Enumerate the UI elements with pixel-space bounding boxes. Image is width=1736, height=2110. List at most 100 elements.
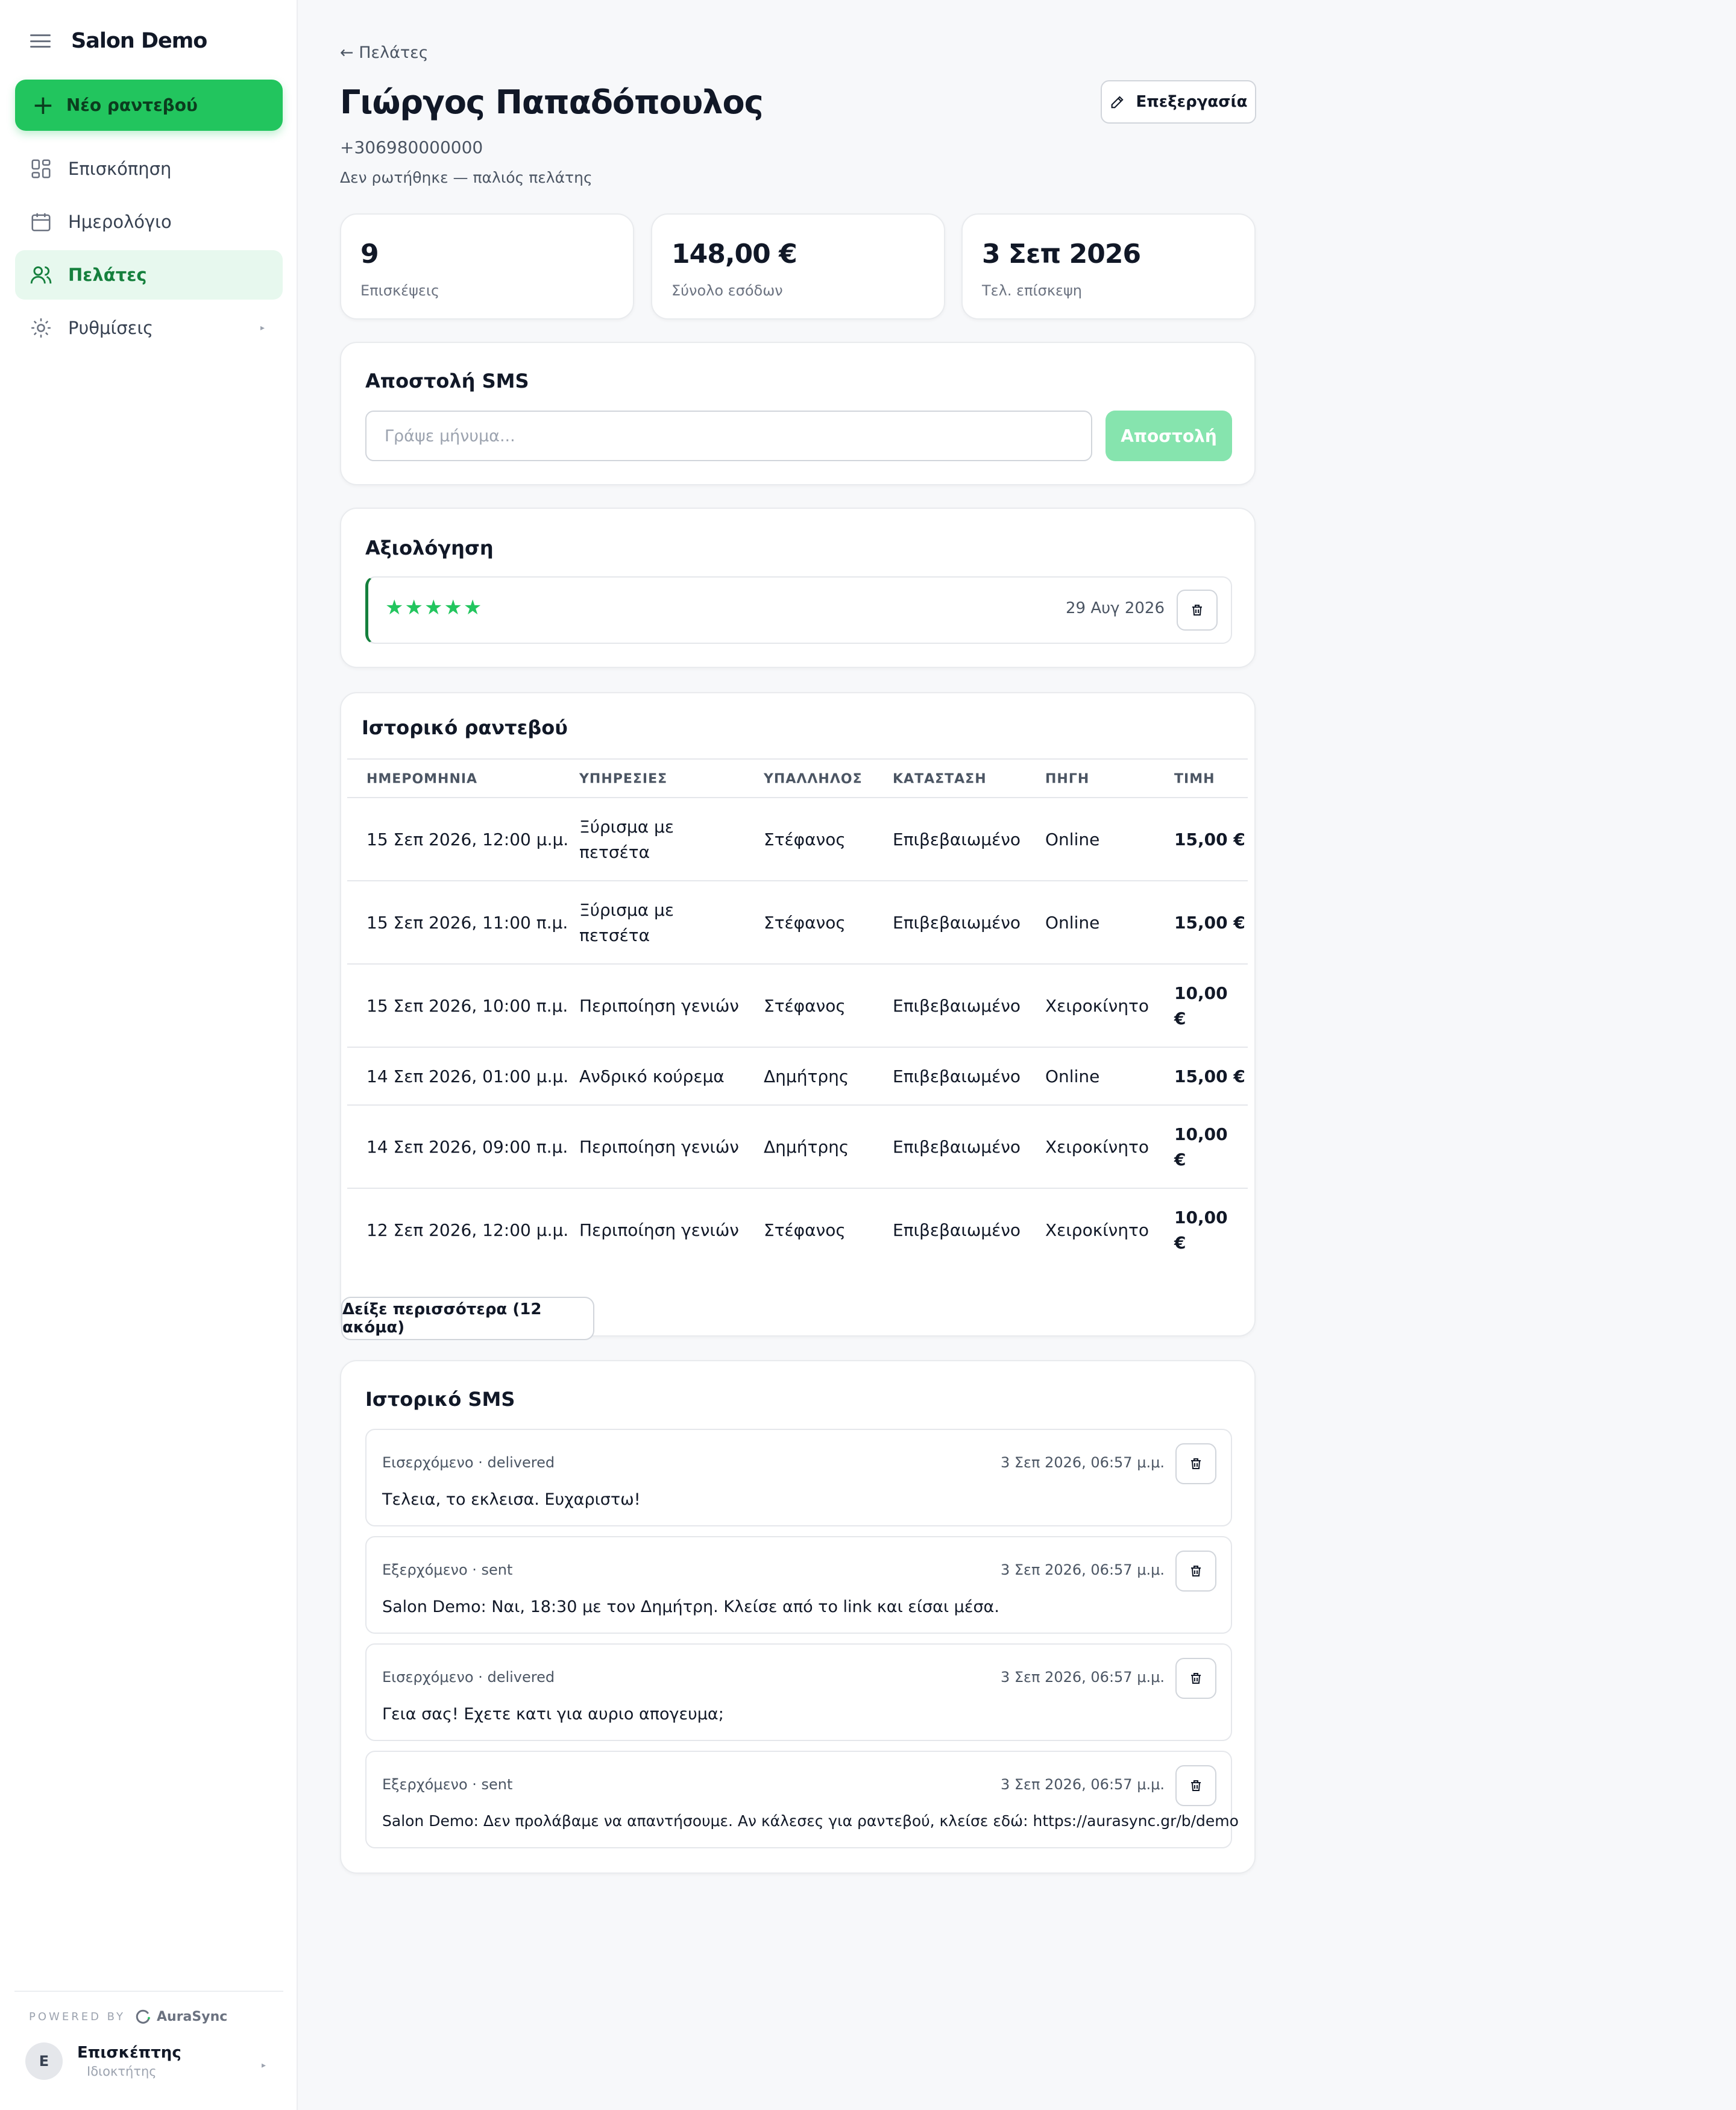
aurasync-logo-text: AuraSync [157,2009,228,2024]
cell-staff: Στέφανος [764,1220,846,1240]
review-card: Αξιολόγηση ★★★★★ 29 Αυγ 2026 [340,508,1256,668]
trash-icon [1191,1566,1201,1576]
cell-service: Περιποίηση γενιών [579,1220,739,1240]
sidebar-item-clients[interactable]: Πελάτες [15,250,283,300]
settings-icon [31,318,51,338]
user-menu[interactable]: Ε Επισκέπτης Ιδιοκτήτης [25,2042,181,2080]
sms-history-card: Ιστορικό SMS Εισερχόμενο · delivered 3 Σ… [340,1360,1256,1874]
send-sms-button[interactable]: Αποστολή [1105,411,1232,461]
edit-label: Επεξεργασία [1136,93,1248,111]
cell-status: Επιβεβαιωμένο [893,1220,1021,1240]
cell-price: 10,00 € [1174,1208,1228,1253]
delete-sms-button[interactable] [1175,1551,1216,1592]
cell-service: Περιποίηση γενιών [579,996,739,1016]
sms-meta: Εισερχόμενο · delivered [382,1669,555,1686]
sms-time: 3 Σεπ 2026, 06:57 μ.μ. [1000,1776,1165,1793]
edit-button[interactable]: Επεξεργασία [1101,80,1256,124]
trash-icon [1191,1780,1201,1791]
review-title: Αξιολόγηση [365,537,494,559]
stat-label: Σύνολο εσόδων [671,282,783,299]
cell-status: Επιβεβαιωμένο [893,1137,1021,1157]
cell-date: 15 Σεπ 2026, 11:00 π.μ. [366,913,568,933]
sidebar-item-calendar[interactable]: Ημερολόγιο [15,197,283,247]
chevron-right-icon: ▸ [260,323,265,333]
stat-card-revenue: 148,00 € Σύνολο εσόδων [651,213,945,320]
user-name: Επισκέπτης [77,2044,181,2062]
cell-staff: Στέφανος [764,830,846,849]
sidebar-divider [14,1991,283,1992]
user-role: Ιδιοκτήτης [87,2064,157,2079]
cell-price: 15,00 € [1174,913,1245,933]
sidebar-item-settings[interactable]: Ρυθμίσεις ▸ [15,303,283,353]
table-row[interactable]: 14 Σεπ 2026, 09:00 π.μ. Περιποίηση γενιώ… [347,1106,1248,1189]
table-row[interactable]: 14 Σεπ 2026, 01:00 μ.μ. Ανδρικό κούρεμα … [347,1048,1248,1106]
cell-date: 14 Σεπ 2026, 01:00 μ.μ. [366,1066,569,1086]
sms-message: Εξερχόμενο · sent 3 Σεπ 2026, 06:57 μ.μ.… [365,1751,1239,1848]
sms-message: Εισερχόμενο · delivered 3 Σεπ 2026, 06:5… [365,1429,1232,1526]
column-header-date: ΗΜΕΡΟΜΗΝΙΑ [366,772,478,787]
sms-body: Salon Demo: Ναι, 18:30 με τον Δημήτρη. Κ… [382,1598,999,1616]
trash-icon [1191,1673,1201,1684]
new-appointment-button[interactable]: + Νέο ραντεβού [15,80,283,131]
rating-stars: ★★★★★ [385,596,483,620]
avatar: Ε [25,2042,63,2080]
cell-staff: Δημήτρης [764,1066,849,1086]
trash-icon [1192,605,1202,616]
table-row[interactable]: 15 Σεπ 2026, 12:00 μ.μ. Ξύρισμα με πετσέ… [347,798,1248,881]
aurasync-logo-icon [136,2009,150,2024]
cell-date: 12 Σεπ 2026, 12:00 μ.μ. [366,1220,569,1240]
cell-source: Χειροκίνητο [1045,996,1149,1016]
sms-body: Salon Demo: Δεν προλάβαμε να απαντήσουμε… [382,1812,1239,1830]
cell-price: 15,00 € [1174,1066,1245,1086]
cell-date: 15 Σεπ 2026, 12:00 μ.μ. [366,830,569,849]
sidebar-item-overview[interactable]: Επισκόπηση [15,144,283,194]
sms-message: Εισερχόμενο · delivered 3 Σεπ 2026, 06:5… [365,1643,1232,1741]
chevron-right-icon[interactable]: ▸ [262,2061,266,2070]
cell-source: Χειροκίνητο [1045,1220,1149,1240]
table-row[interactable]: 15 Σεπ 2026, 11:00 π.μ. Ξύρισμα με πετσέ… [347,881,1248,965]
pencil-icon [1112,96,1124,109]
cell-staff: Στέφανος [764,996,846,1016]
menu-icon[interactable] [30,34,51,48]
aurasync-logo: AuraSync [134,2008,227,2026]
table-header: ΗΜΕΡΟΜΗΝΙΑ ΥΠΗΡΕΣΙΕΣ ΥΠΑΛΛΗΛΟΣ ΚΑΤΑΣΤΑΣΗ… [347,758,1248,798]
delete-sms-button[interactable] [1175,1765,1216,1806]
brand-name: Salon Demo [71,29,207,53]
cell-price: 10,00 € [1174,1124,1228,1170]
cell-date: 14 Σεπ 2026, 09:00 π.μ. [366,1137,568,1157]
column-header-staff: ΥΠΑΛΛΗΛΟΣ [764,772,863,787]
table-row[interactable]: 12 Σεπ 2026, 12:00 μ.μ. Περιποίηση γενιώ… [347,1189,1248,1272]
table-row[interactable]: 15 Σεπ 2026, 10:00 π.μ. Περιποίηση γενιώ… [347,965,1248,1048]
delete-review-button[interactable] [1177,590,1218,631]
delete-sms-button[interactable] [1175,1443,1216,1484]
sms-time: 3 Σεπ 2026, 06:57 μ.μ. [1000,1561,1165,1578]
delete-sms-button[interactable] [1175,1658,1216,1699]
cell-status: Επιβεβαιωμένο [893,1066,1021,1086]
sms-meta: Εξερχόμενο · sent [382,1561,513,1578]
cell-status: Επιβεβαιωμένο [893,830,1021,849]
sms-meta: Εξερχόμενο · sent [382,1776,513,1793]
calendar-icon [31,213,51,231]
cell-price: 15,00 € [1174,830,1245,849]
review-item: ★★★★★ 29 Αυγ 2026 [365,576,1232,644]
stat-card-last-visit: 3 Σεπ 2026 Τελ. επίσκεψη [961,213,1256,320]
cell-staff: Δημήτρης [764,1137,849,1157]
send-sms-card: Αποστολή SMS Γράψε μήνυμα... Αποστολή [340,342,1256,485]
sidebar-item-label: Ημερολόγιο [68,212,172,232]
powered-by: POWERED BY AuraSync [29,2008,227,2026]
trash-icon [1191,1458,1201,1469]
cell-source: Online [1045,830,1100,849]
sms-message-input[interactable]: Γράψε μήνυμα... [365,411,1092,461]
show-more-button[interactable]: Δείξε περισσότερα (12 ακόμα) [341,1297,594,1340]
sidebar-item-label: Επισκόπηση [68,159,172,179]
appointment-history-title: Ιστορικό ραντεβού [362,716,568,739]
stat-value: 148,00 € [671,239,797,269]
stat-value: 9 [360,239,379,269]
review-date: 29 Αυγ 2026 [1066,599,1165,617]
client-phone: +306980000000 [340,137,483,157]
column-header-services: ΥΠΗΡΕΣΙΕΣ [579,772,668,787]
cell-price: 10,00 € [1174,983,1228,1028]
sms-body: Τελεια, το εκλεισα. Ευχαριστω! [382,1490,641,1509]
sms-time: 3 Σεπ 2026, 06:57 μ.μ. [1000,1454,1165,1471]
back-link[interactable]: ← Πελάτες [340,43,429,62]
